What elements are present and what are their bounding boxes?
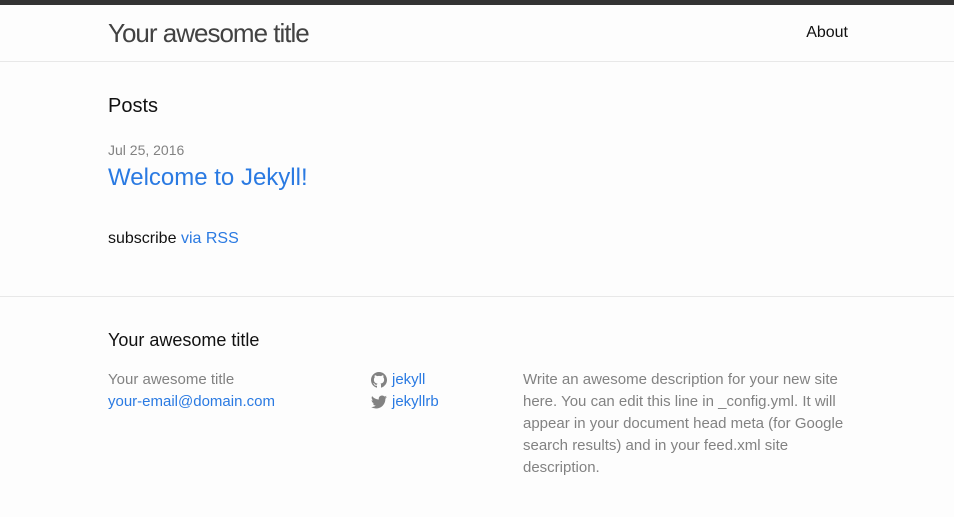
post-list-heading: Posts <box>108 95 159 117</box>
footer-site-name: Your awesome title <box>108 371 235 388</box>
twitter-social-row: jekyllrb <box>371 391 439 413</box>
twitter-icon <box>371 395 387 409</box>
rss-subscribe: subscribe via RSS <box>108 229 239 249</box>
github-icon <box>371 372 387 388</box>
footer-email-link[interactable]: your-email@domain.com <box>108 391 275 413</box>
post-link[interactable]: Welcome to Jekyll! <box>108 163 308 193</box>
github-username-link[interactable]: jekyll <box>392 369 425 391</box>
rss-link[interactable]: via RSS <box>181 230 239 247</box>
site-title-link[interactable]: Your awesome title <box>108 18 310 48</box>
post-date: Jul 25, 2016 <box>108 142 185 158</box>
footer-contact-column: Your awesome title your-email@domain.com <box>108 369 275 413</box>
footer-description: Write an awesome description for your ne… <box>523 371 844 476</box>
site-header: Your awesome title About <box>0 0 954 62</box>
site-footer: Your awesome title Your awesome title yo… <box>0 297 954 516</box>
rss-subscribe-label: subscribe <box>108 230 177 247</box>
footer-heading: Your awesome title <box>108 330 260 350</box>
github-social-row: jekyll <box>371 369 439 391</box>
page-content: Posts Jul 25, 2016 Welcome to Jekyll! su… <box>0 62 954 297</box>
nav-link-about[interactable]: About <box>806 23 848 43</box>
twitter-username-link[interactable]: jekyllrb <box>392 391 439 413</box>
footer-social-column: jekyll jekyllrb <box>371 369 439 413</box>
